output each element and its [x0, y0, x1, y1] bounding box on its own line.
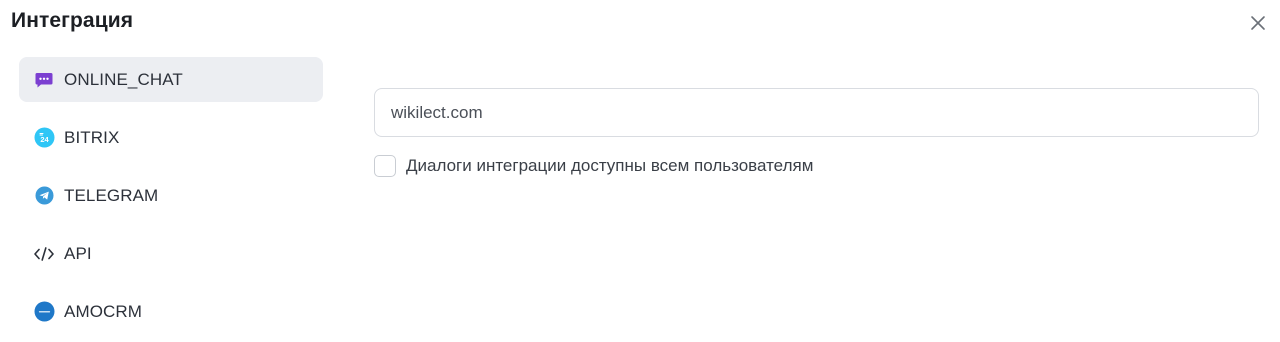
sidebar-item-online-chat[interactable]: ONLINE_CHAT [19, 57, 323, 102]
amocrm-icon [33, 301, 55, 323]
sidebar-item-label: ONLINE_CHAT [64, 69, 183, 89]
integration-modal: Интеграция ONLINE_CHAT 24 BITRIX TELEGRA… [0, 0, 1280, 342]
sidebar-item-label: BITRIX [64, 127, 120, 147]
close-icon [1251, 16, 1265, 30]
modal-title: Интеграция [11, 9, 134, 32]
shared-dialogs-checkbox[interactable] [374, 155, 396, 177]
bitrix24-icon: 24 [33, 127, 55, 149]
close-button[interactable] [1248, 13, 1268, 33]
sidebar-item-api[interactable]: API [19, 231, 323, 276]
sidebar-item-label: AMOCRM [64, 301, 143, 321]
integration-sidebar: ONLINE_CHAT 24 BITRIX TELEGRAM API AMOCR… [19, 57, 323, 342]
integration-settings: Диалоги интеграции доступны всем пользов… [374, 88, 1259, 177]
sidebar-item-telegram[interactable]: TELEGRAM [19, 173, 323, 218]
sidebar-item-label: TELEGRAM [64, 185, 159, 205]
sidebar-item-amocrm[interactable]: AMOCRM [19, 289, 323, 334]
shared-dialogs-option[interactable]: Диалоги интеграции доступны всем пользов… [374, 155, 1259, 177]
chat-bubble-icon [33, 69, 55, 91]
code-icon [33, 243, 55, 265]
shared-dialogs-label: Диалоги интеграции доступны всем пользов… [406, 156, 814, 175]
svg-text:24: 24 [40, 135, 49, 144]
telegram-icon [33, 185, 55, 207]
domain-input[interactable] [374, 88, 1259, 137]
sidebar-item-bitrix[interactable]: 24 BITRIX [19, 115, 323, 160]
sidebar-item-label: API [64, 243, 92, 263]
